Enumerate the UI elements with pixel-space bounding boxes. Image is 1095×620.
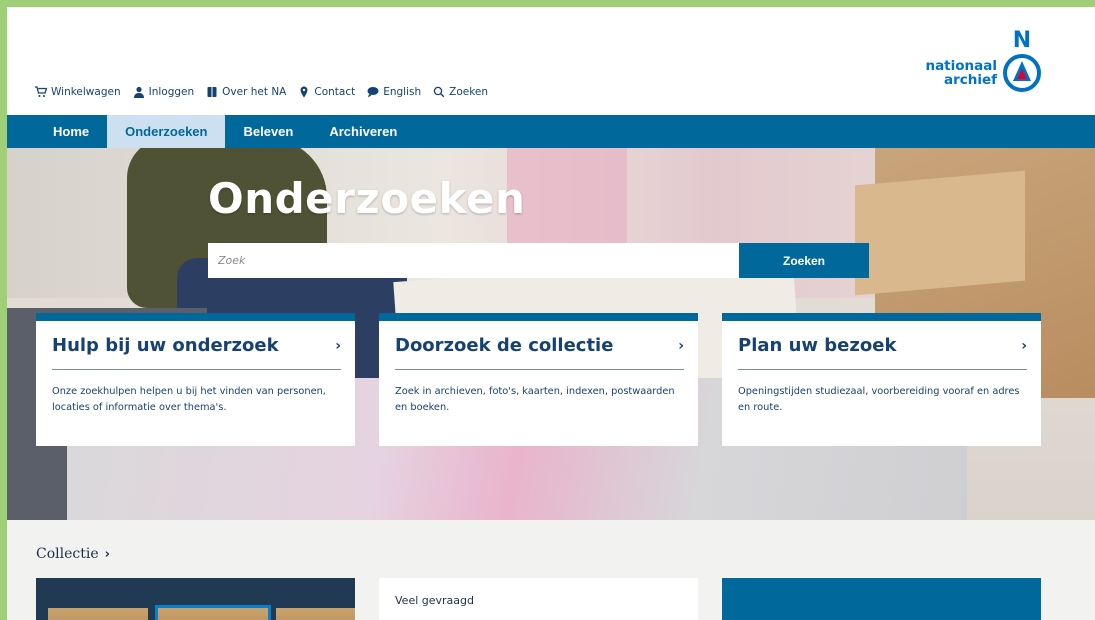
collectie-heading-link[interactable]: Collectie › [36,546,110,562]
util-zoeken-label: Zoeken [449,86,489,98]
search-input[interactable] [208,243,739,278]
map-pin-icon [300,86,308,98]
hero-section: Onderzoeken Zoeken Hulp bij uw onderzoek… [7,148,1095,520]
card-hulp-bij-onderzoek[interactable]: Hulp bij uw onderzoek › Onze zoekhulpen … [36,313,355,446]
card-title: Doorzoek de collectie [395,335,614,356]
card-description: Onze zoekhulpen helpen u bij het vinden … [52,386,326,413]
card-doorzoek-collectie[interactable]: Doorzoek de collectie › Zoek in archieve… [379,313,698,446]
browser-page: Winkelwagen Inloggen Over het NA Contact… [7,7,1095,620]
logo-letter: N [1013,28,1031,53]
util-inloggen[interactable]: Inloggen [133,86,195,98]
logo-line-2: archief [943,72,997,88]
logo-line-1: nationaal [925,58,997,74]
user-icon [133,86,144,98]
util-winkelwagen-label: Winkelwagen [51,86,121,98]
utility-nav: Winkelwagen Inloggen Over het NA Contact… [35,86,488,98]
util-inloggen-label: Inloggen [148,86,195,98]
nav-onderzoeken[interactable]: Onderzoeken [107,115,226,148]
logo-mark-icon: N [1003,28,1041,92]
nationaal-archief-logo[interactable]: nationaal archief N [903,25,1043,95]
search-icon [433,86,445,98]
nav-home[interactable]: Home [35,115,107,148]
card-description: Zoek in archieven, foto's, kaarten, inde… [395,386,675,413]
card-divider [52,369,341,370]
page-title: Onderzoeken [208,174,526,223]
archive-book-image [276,608,355,620]
util-english[interactable]: English [367,86,421,98]
card-divider [738,369,1027,370]
card-description: Openingstijden studiezaal, voorbereiding… [738,386,1020,413]
chevron-right-icon: › [104,546,110,562]
archive-book-image [48,608,148,620]
chevron-right-icon: › [335,338,341,354]
card-title: Plan uw bezoek [738,335,897,356]
collectie-image-card[interactable] [36,578,355,620]
util-over-het-na-label: Over het NA [222,86,287,98]
card-plan-uw-bezoek[interactable]: Plan uw bezoek › Openingstijden studieza… [722,313,1041,446]
chevron-right-icon: › [678,338,684,354]
collectie-blue-card[interactable] [722,578,1041,620]
veel-gevraagd-title: Veel gevraagd [395,594,474,607]
util-zoeken[interactable]: Zoeken [433,86,488,98]
hero-search: Zoeken [208,243,869,278]
card-divider [395,369,684,370]
util-contact[interactable]: Contact [298,86,355,98]
logo-wordmark: nationaal archief [925,59,997,87]
veel-gevraagd-card: Veel gevraagd [379,578,698,620]
search-button[interactable]: Zoeken [739,243,869,278]
chevron-right-icon: › [1021,338,1027,354]
cart-icon [35,86,47,97]
util-english-label: English [383,86,422,98]
topic-cards: Hulp bij uw onderzoek › Onze zoekhulpen … [36,313,1041,446]
collectie-section: Collectie › Veel gevraagd [7,520,1095,620]
util-over-het-na[interactable]: Over het NA [206,86,286,98]
util-winkelwagen[interactable]: Winkelwagen [35,86,121,98]
main-nav: Home Onderzoeken Beleven Archiveren [7,115,1095,148]
speech-bubble-icon [367,87,379,98]
book-icon [207,87,217,97]
archive-book-image [155,605,271,620]
nav-beleven[interactable]: Beleven [225,115,311,148]
nav-archiveren[interactable]: Archiveren [311,115,415,148]
util-contact-label: Contact [314,86,356,98]
hero-photo-archive-box-lid [855,170,1025,296]
collectie-heading: Collectie [36,546,99,562]
card-title: Hulp bij uw onderzoek [52,335,279,356]
site-header: Winkelwagen Inloggen Over het NA Contact… [7,7,1095,115]
